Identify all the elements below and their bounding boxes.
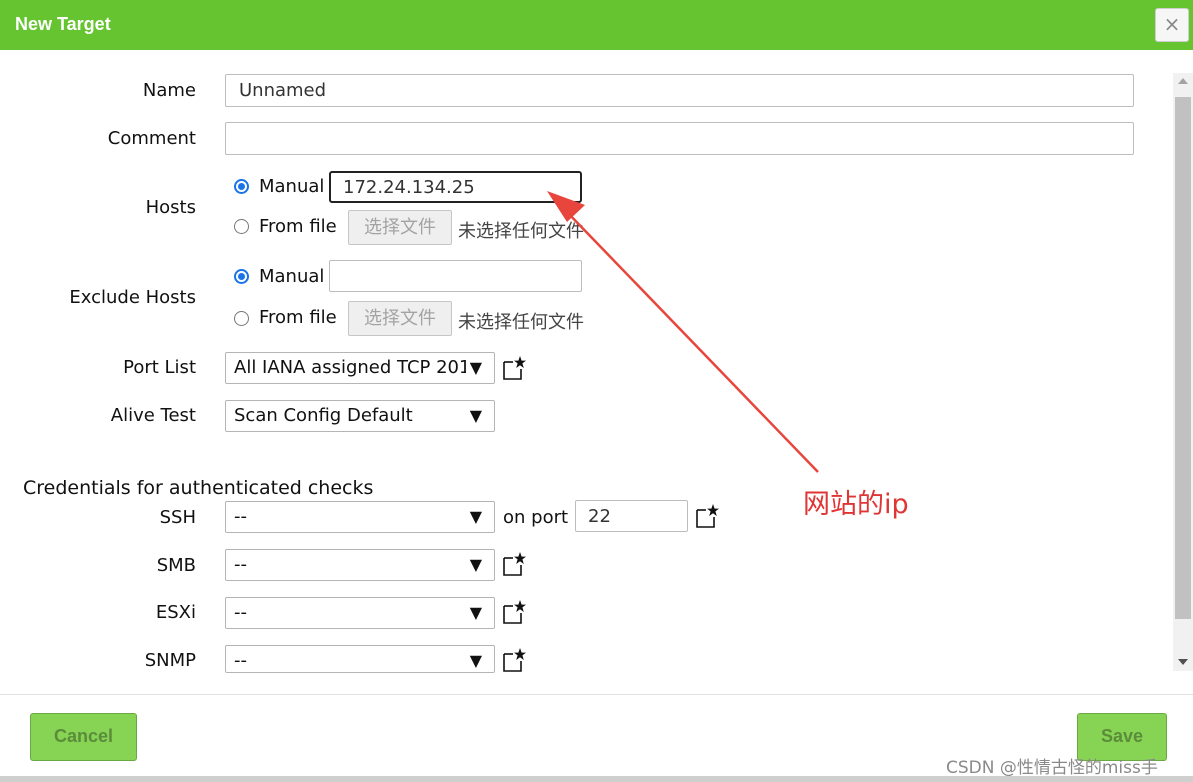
annotation-arrow [547, 191, 819, 473]
annotation-text: 网站的ip [803, 489, 909, 520]
watermark: CSDN @性情古怪的miss手 [946, 758, 1158, 778]
